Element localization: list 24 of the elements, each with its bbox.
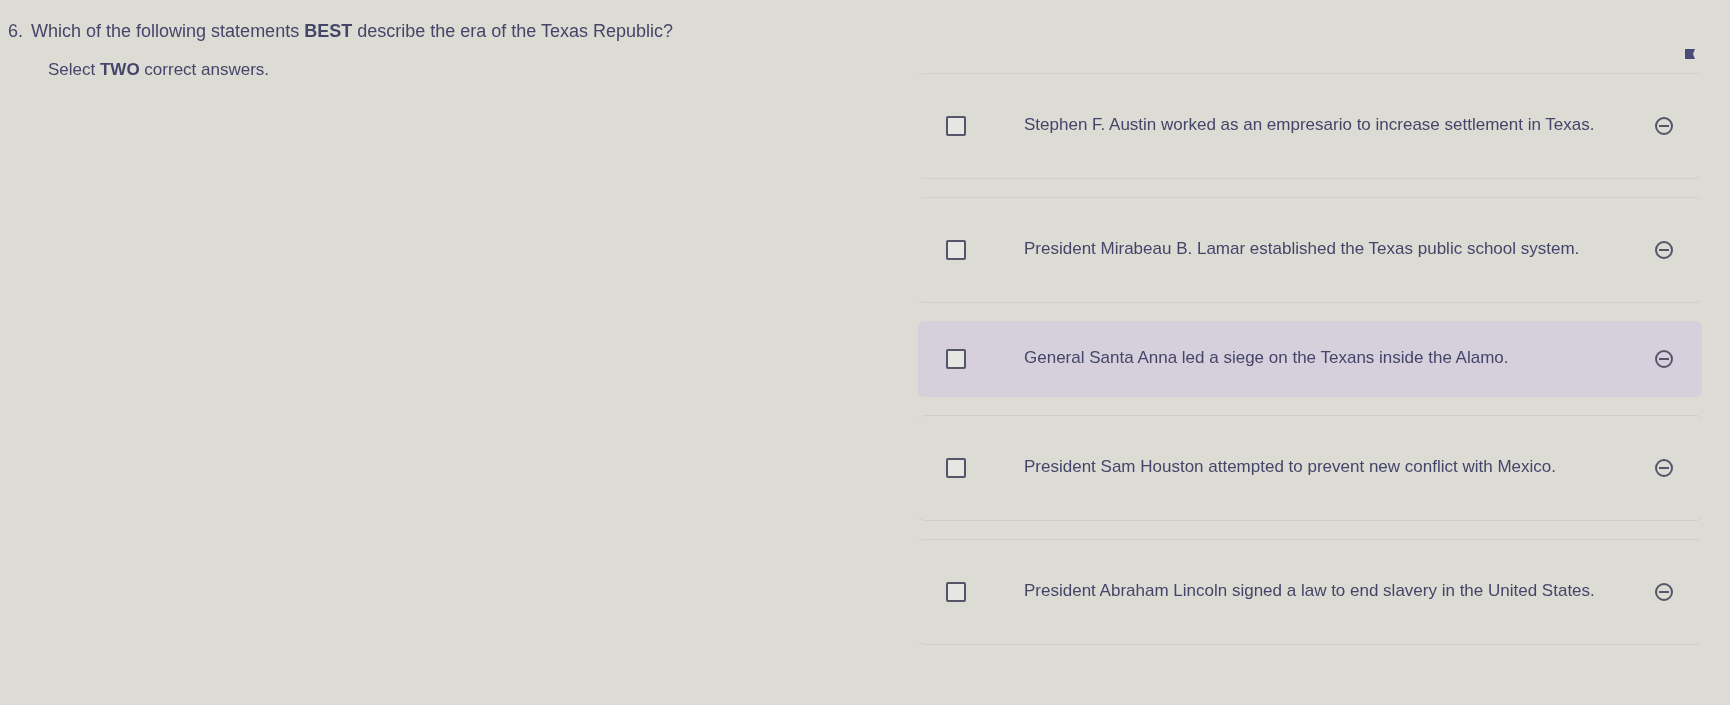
strikethrough-icon[interactable]: [1654, 581, 1674, 602]
answer-option[interactable]: General Santa Anna led a siege on the Texans inside the Alamo.: [918, 320, 1702, 397]
question-text: Which of the following statements BEST describe the era of the Texas Republic?: [31, 20, 674, 43]
checkbox[interactable]: [946, 581, 966, 602]
checkbox[interactable]: [946, 239, 966, 260]
answer-option[interactable]: President Sam Houston attempted to prevent new conflict with Mexico.: [918, 414, 1702, 521]
answer-option[interactable]: President Abraham Lincoln signed a law to end slavery in the United States.: [918, 538, 1702, 645]
option-text: President Mirabeau B. Lamar established the Texas public school system.: [1024, 238, 1581, 261]
checkbox[interactable]: [946, 115, 966, 136]
question-number: 6.: [8, 20, 23, 43]
answer-option[interactable]: Stephen F. Austin worked as an empresario to increase settlement in Texas.: [918, 72, 1702, 179]
flag-icon[interactable]: [1684, 48, 1696, 60]
option-text: President Abraham Lincoln signed a law to end slavery in the United States.: [1024, 580, 1596, 603]
option-text: President Sam Houston attempted to prevent new conflict with Mexico.: [1024, 456, 1557, 479]
strikethrough-icon[interactable]: [1654, 457, 1674, 478]
checkbox[interactable]: [946, 457, 966, 478]
option-text: Stephen F. Austin worked as an empresario to increase settlement in Texas.: [1024, 114, 1596, 137]
answer-option[interactable]: President Mirabeau B. Lamar established the Texas public school system.: [918, 196, 1702, 303]
instruction-text: Select TWO correct answers.: [48, 59, 271, 81]
strikethrough-icon[interactable]: [1654, 348, 1674, 369]
checkbox[interactable]: [946, 348, 966, 369]
strikethrough-icon[interactable]: [1654, 239, 1674, 260]
option-text: General Santa Anna led a siege on the Texans inside the Alamo.: [1024, 347, 1510, 370]
strikethrough-icon[interactable]: [1654, 115, 1674, 136]
